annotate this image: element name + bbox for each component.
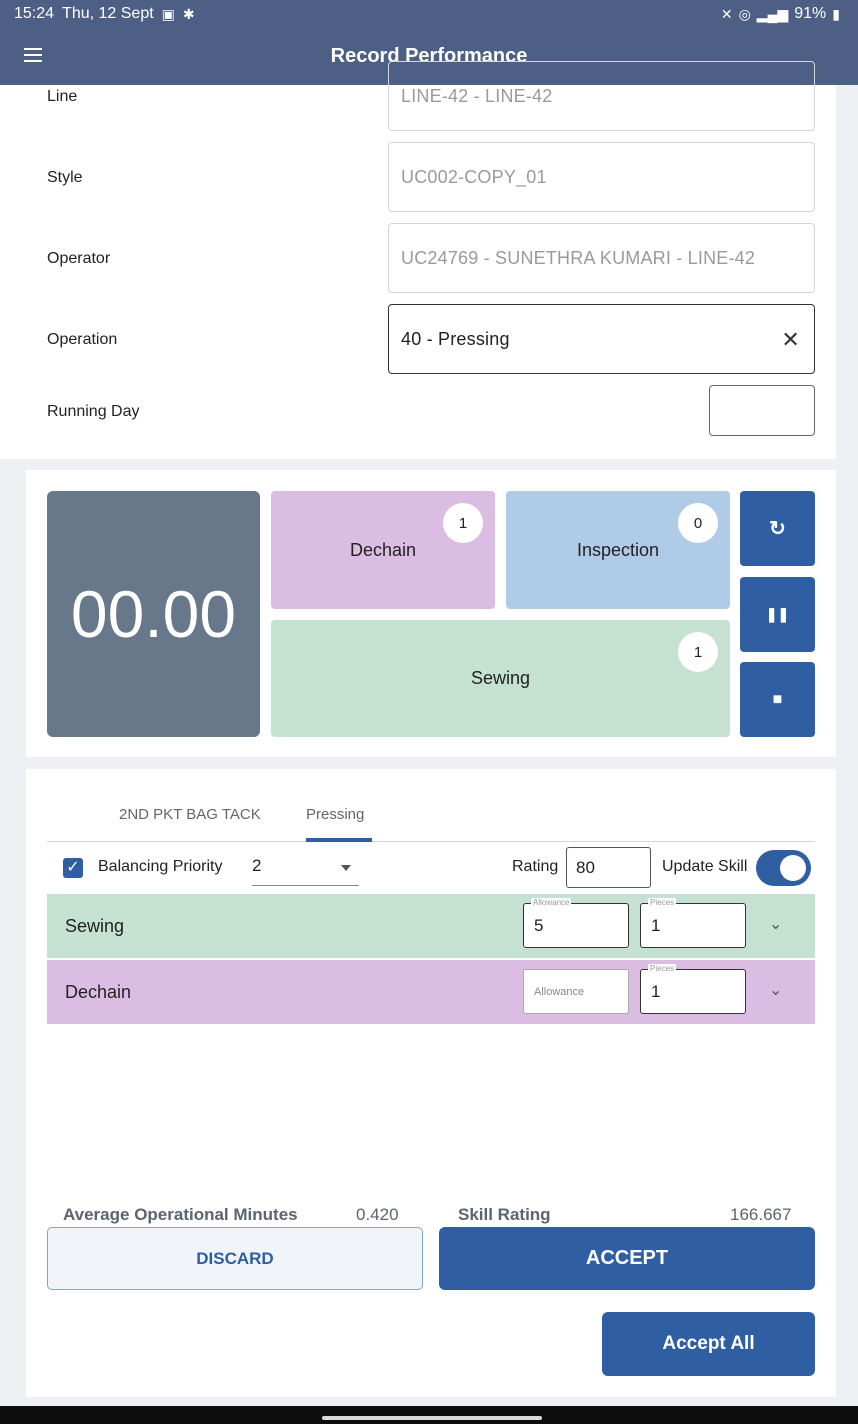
sewing-count: 1 bbox=[678, 632, 718, 672]
system-nav-bar bbox=[0, 1406, 858, 1424]
tab-divider bbox=[47, 841, 815, 842]
skill-rating-value: 166.667 bbox=[730, 1205, 792, 1224]
update-skill-label: Update Skill bbox=[662, 858, 748, 875]
discard-button[interactable]: DISCARD bbox=[47, 1227, 423, 1290]
operation-value: 40 - Pressing bbox=[401, 328, 510, 349]
line-label: Line bbox=[47, 88, 78, 105]
tab-indicator bbox=[306, 838, 372, 842]
rating-label: Rating bbox=[512, 858, 559, 875]
update-skill-toggle[interactable] bbox=[756, 850, 811, 886]
operation-row-sewing: Sewing Allowance 5 Pieces 1 ⌄ bbox=[47, 894, 815, 958]
operator-field: UC24769 - SUNETHRA KUMARI - LINE-42 bbox=[388, 223, 815, 293]
dechain-label: Dechain bbox=[349, 539, 417, 560]
check-icon: ✓ bbox=[66, 859, 80, 876]
refresh-icon: ↻ bbox=[769, 518, 786, 540]
stop-button[interactable]: ■ bbox=[740, 662, 815, 737]
accept-all-button[interactable]: Accept All bbox=[602, 1312, 815, 1376]
operation-row-dechain: Dechain Allowance Pieces 1 ⌄ bbox=[47, 960, 815, 1024]
balancing-priority-select[interactable]: 2 bbox=[252, 856, 359, 886]
operator-label: Operator bbox=[47, 250, 111, 267]
status-time: 15:24 bbox=[14, 5, 55, 22]
running-day-label: Running Day bbox=[47, 403, 140, 420]
image-icon: ▣ bbox=[161, 5, 175, 22]
pieces-value: 1 bbox=[651, 915, 661, 935]
accept-button[interactable]: ACCEPT bbox=[439, 1227, 815, 1290]
battery-percent: 91% bbox=[794, 5, 827, 22]
accessibility-icon: ✱ bbox=[182, 5, 195, 22]
balancing-priority-label: Balancing Priority bbox=[98, 858, 223, 875]
skill-rating-label: Skill Rating bbox=[458, 1205, 551, 1224]
dechain-tile[interactable]: Dechain 1 bbox=[271, 491, 495, 609]
style-field: UC002-COPY_01 bbox=[388, 142, 815, 212]
pieces-input[interactable]: Pieces 1 bbox=[640, 898, 746, 948]
running-day-input[interactable] bbox=[709, 385, 815, 436]
toggle-knob bbox=[780, 855, 806, 881]
allowance-value: 5 bbox=[534, 915, 544, 935]
caret-down-icon bbox=[341, 865, 351, 871]
chevron-down-icon[interactable]: ⌄ bbox=[769, 980, 782, 1000]
pause-button[interactable]: ❚❚ bbox=[740, 577, 815, 652]
balancing-priority-checkbox[interactable]: ✓ bbox=[63, 858, 83, 878]
tab-pressing[interactable]: Pressing bbox=[306, 806, 364, 823]
home-gesture-handle[interactable] bbox=[322, 1416, 542, 1420]
status-bar: 15:24 Thu, 12 Sept ▣ ✱ ✕ ◎ ▂▄▆ 91% ▮ bbox=[0, 0, 858, 30]
pieces-input[interactable]: Pieces 1 bbox=[640, 964, 746, 1014]
operation-name: Sewing bbox=[65, 916, 125, 936]
inspection-count: 0 bbox=[678, 503, 718, 543]
allowance-placeholder: Allowance bbox=[534, 985, 585, 998]
stop-icon: ■ bbox=[772, 690, 783, 708]
operation-label: Operation bbox=[47, 331, 118, 348]
balancing-priority-value: 2 bbox=[252, 856, 262, 875]
avg-minutes-value: 0.420 bbox=[356, 1205, 399, 1224]
style-label: Style bbox=[47, 169, 83, 186]
pieces-value: 1 bbox=[651, 981, 661, 1001]
hotspot-icon: ◎ bbox=[738, 5, 751, 22]
reset-button[interactable]: ↻ bbox=[740, 491, 815, 566]
rating-input[interactable]: 80 bbox=[566, 847, 651, 888]
allowance-input[interactable]: Allowance 5 bbox=[523, 898, 629, 948]
pieces-legend: Pieces bbox=[648, 898, 677, 908]
dechain-count: 1 bbox=[443, 503, 483, 543]
sewing-label: Sewing bbox=[470, 668, 531, 688]
line-field: LINE-42 - LINE-42 bbox=[388, 61, 815, 131]
pieces-legend: Pieces bbox=[648, 964, 677, 974]
clear-icon[interactable]: ✕ bbox=[781, 327, 800, 353]
chevron-down-icon[interactable]: ⌄ bbox=[769, 914, 782, 934]
tab-2nd-pkt-bag-tack[interactable]: 2ND PKT BAG TACK bbox=[119, 806, 261, 823]
status-date: Thu, 12 Sept bbox=[62, 5, 154, 22]
inspection-label: Inspection bbox=[576, 539, 660, 560]
sewing-tile[interactable]: Sewing 1 bbox=[271, 620, 730, 737]
battery-icon: ▮ bbox=[832, 5, 840, 22]
timer-display: 00.00 bbox=[47, 491, 260, 737]
signal-icon: ▂▄▆ bbox=[756, 5, 789, 22]
inspection-tile[interactable]: Inspection 0 bbox=[506, 491, 730, 609]
operation-field[interactable]: 40 - Pressing ✕ bbox=[388, 304, 815, 374]
allowance-legend: Allowance bbox=[531, 898, 572, 908]
mute-icon: ✕ bbox=[720, 5, 733, 22]
allowance-input[interactable]: Allowance bbox=[523, 969, 629, 1014]
pause-icon: ❚❚ bbox=[765, 606, 790, 622]
operation-name: Dechain bbox=[65, 982, 132, 1002]
avg-minutes-label: Average Operational Minutes bbox=[63, 1205, 298, 1224]
